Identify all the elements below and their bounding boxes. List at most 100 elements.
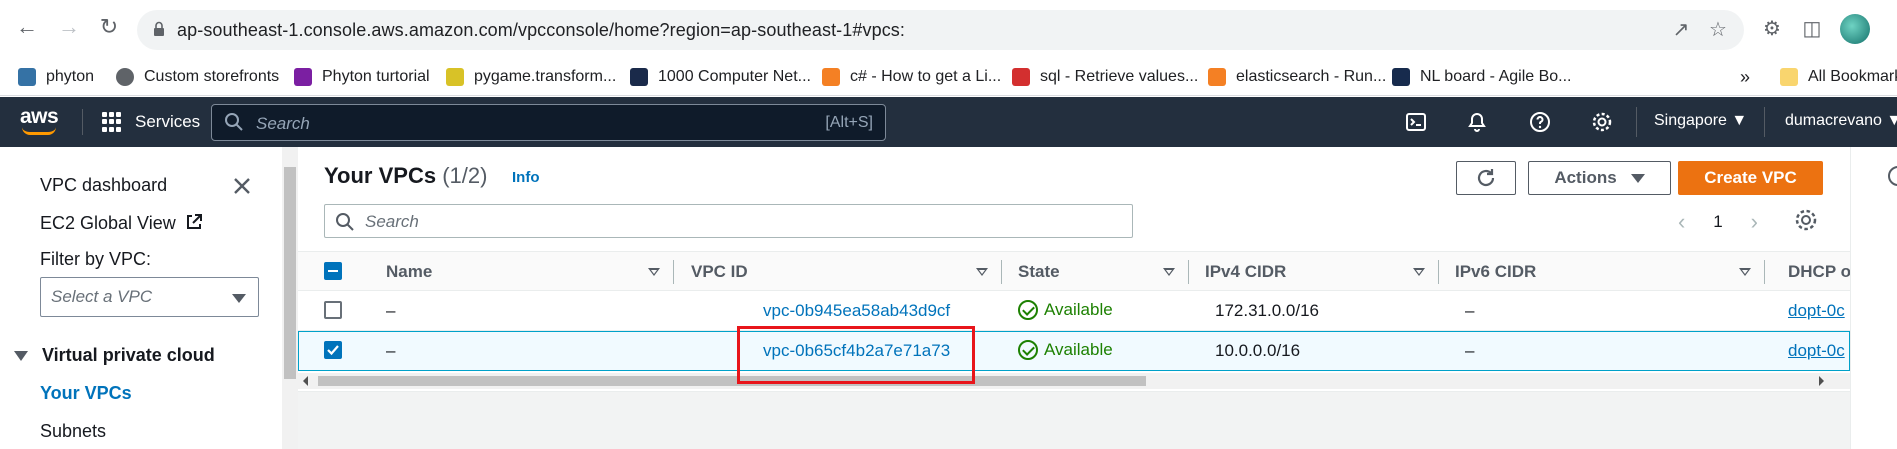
bookmark-item[interactable]: phyton	[18, 65, 94, 89]
nav-your-vpcs[interactable]: Your VPCs	[40, 383, 132, 404]
globe-icon	[116, 68, 134, 86]
nav-ec2-global-view[interactable]: EC2 Global View	[40, 213, 203, 234]
chevron-left-icon[interactable]: ‹	[1678, 209, 1685, 235]
column-header-vpc-id[interactable]: VPC ID	[691, 262, 748, 282]
scroll-right-icon[interactable]	[1819, 376, 1824, 386]
cell-ipv4-cidr: 172.31.0.0/16	[1215, 301, 1319, 320]
cell-dhcp[interactable]: dopt-0c	[1788, 301, 1845, 321]
select-all-checkbox[interactable]	[324, 262, 342, 280]
pagination: ‹ 1 ›	[1678, 207, 1758, 237]
help-icon[interactable]	[1529, 111, 1551, 133]
bookmark-item[interactable]: c# - How to get a Li...	[822, 65, 1001, 89]
divider	[1636, 107, 1637, 137]
table-row-selected[interactable]: – vpc-0b65cf4b2a7e71a73 Available 10.0.0…	[298, 331, 1850, 371]
caret-down-icon	[14, 350, 28, 361]
info-panel-icon[interactable]	[1887, 165, 1897, 187]
create-vpc-button[interactable]: Create VPC	[1678, 161, 1823, 195]
page-number[interactable]: 1	[1713, 212, 1722, 232]
cell-vpc-id[interactable]: vpc-0b945ea58ab43d9cf	[763, 301, 950, 321]
column-header-name[interactable]: Name	[386, 262, 432, 282]
scroll-left-icon[interactable]	[303, 376, 308, 386]
close-icon[interactable]	[230, 174, 254, 198]
column-resizer[interactable]	[673, 260, 674, 284]
column-header-state[interactable]: State	[1018, 262, 1060, 282]
services-menu[interactable]: Services	[102, 109, 200, 135]
row-checkbox[interactable]	[324, 341, 342, 359]
back-icon[interactable]: ←	[14, 14, 40, 40]
sort-icon[interactable]	[1413, 268, 1425, 276]
bookmark-item[interactable]: Custom storefronts	[116, 65, 279, 89]
reload-icon[interactable]: ↻	[96, 14, 122, 40]
main-content: Your VPCs (1/2) Info Actions Create VPC …	[298, 147, 1851, 449]
column-header-ipv4-cidr[interactable]: IPv4 CIDR	[1205, 262, 1286, 282]
caret-down-icon	[232, 294, 246, 303]
cell-dhcp[interactable]: dopt-0c	[1788, 341, 1845, 361]
extensions-icon[interactable]: ⚙	[1760, 17, 1784, 41]
bell-icon[interactable]	[1466, 111, 1488, 133]
column-resizer[interactable]	[1188, 260, 1189, 284]
cell-ipv6-cidr: –	[1465, 301, 1475, 320]
aws-search-input[interactable]: Search [Alt+S]	[211, 104, 886, 141]
search-icon	[336, 213, 354, 231]
sort-icon[interactable]	[976, 268, 988, 276]
pygame-icon	[446, 68, 464, 86]
column-resizer[interactable]	[1001, 260, 1002, 284]
info-link[interactable]: Info	[512, 169, 540, 186]
table-horizontal-scrollbar[interactable]	[298, 373, 1850, 389]
account-menu[interactable]: dumacrevano ▼	[1785, 112, 1897, 130]
vpc-filter-select[interactable]: Select a VPC	[40, 277, 259, 317]
bookmark-item[interactable]: pygame.transform...	[446, 65, 616, 89]
check-circle-icon	[1018, 340, 1038, 360]
profile-avatar[interactable]	[1840, 14, 1870, 44]
selection-count: (1/2)	[442, 163, 488, 188]
chevron-right-icon[interactable]: ›	[1751, 209, 1758, 235]
side-panel-icon[interactable]: ◫	[1800, 17, 1824, 41]
actions-button[interactable]: Actions	[1528, 161, 1671, 195]
settings-icon[interactable]	[1591, 111, 1613, 133]
sf-icon	[630, 68, 648, 86]
aws-logo[interactable]: aws	[20, 105, 59, 135]
caret-down-icon	[1630, 173, 1645, 183]
region-selector[interactable]: Singapore ▼	[1654, 112, 1747, 130]
cell-state: Available	[1018, 340, 1113, 360]
bookmark-item[interactable]: Phyton turtorial	[294, 65, 430, 89]
forward-icon[interactable]: →	[56, 14, 82, 40]
refresh-icon	[1477, 169, 1495, 187]
search-icon	[225, 113, 243, 131]
nav-subnets[interactable]: Subnets	[40, 421, 106, 442]
bookmark-item[interactable]: elasticsearch - Run...	[1208, 65, 1386, 89]
row-checkbox[interactable]	[324, 301, 342, 319]
refresh-button[interactable]	[1456, 161, 1516, 195]
scrollbar-thumb[interactable]	[284, 167, 296, 379]
column-header-dhcp[interactable]: DHCP o	[1788, 262, 1851, 282]
table-settings-icon[interactable]	[1794, 208, 1818, 232]
bookmarks-overflow[interactable]: »	[1740, 65, 1750, 89]
column-resizer[interactable]	[1764, 260, 1765, 284]
address-bar[interactable]: ap-southeast-1.console.aws.amazon.com/vp…	[137, 10, 1744, 50]
all-bookmarks[interactable]: All Bookmarks	[1780, 65, 1897, 89]
cloudshell-icon[interactable]	[1405, 111, 1427, 133]
bookmark-item[interactable]: sql - Retrieve values...	[1012, 65, 1198, 89]
scrollbar-thumb[interactable]	[318, 376, 1146, 386]
page-title: Your VPCs (1/2)	[324, 163, 488, 188]
sort-icon[interactable]	[648, 268, 660, 276]
cell-state: Available	[1018, 300, 1113, 320]
bookmark-item[interactable]: 1000 Computer Net...	[630, 65, 811, 89]
divider	[82, 109, 83, 135]
stackoverflow-icon	[1208, 68, 1226, 86]
check-circle-icon	[1018, 300, 1038, 320]
sidebar-scrollbar[interactable]	[282, 147, 298, 449]
cell-name: –	[386, 341, 396, 360]
sort-icon[interactable]	[1739, 268, 1751, 276]
url-text: ap-southeast-1.console.aws.amazon.com/vp…	[177, 20, 906, 40]
nav-vpc-dashboard[interactable]: VPC dashboard	[40, 175, 167, 196]
table-row[interactable]: – vpc-0b945ea58ab43d9cf Available 172.31…	[298, 291, 1850, 331]
share-icon[interactable]: ↗	[1670, 19, 1692, 41]
column-header-ipv6-cidr[interactable]: IPv6 CIDR	[1455, 262, 1536, 282]
star-icon[interactable]: ☆	[1707, 19, 1729, 41]
column-resizer[interactable]	[1438, 260, 1439, 284]
sort-icon[interactable]	[1163, 268, 1175, 276]
table-search-input[interactable]: Search	[324, 204, 1133, 238]
bookmark-item[interactable]: NL board - Agile Bo...	[1392, 65, 1572, 89]
section-virtual-private-cloud[interactable]: Virtual private cloud	[14, 345, 215, 366]
